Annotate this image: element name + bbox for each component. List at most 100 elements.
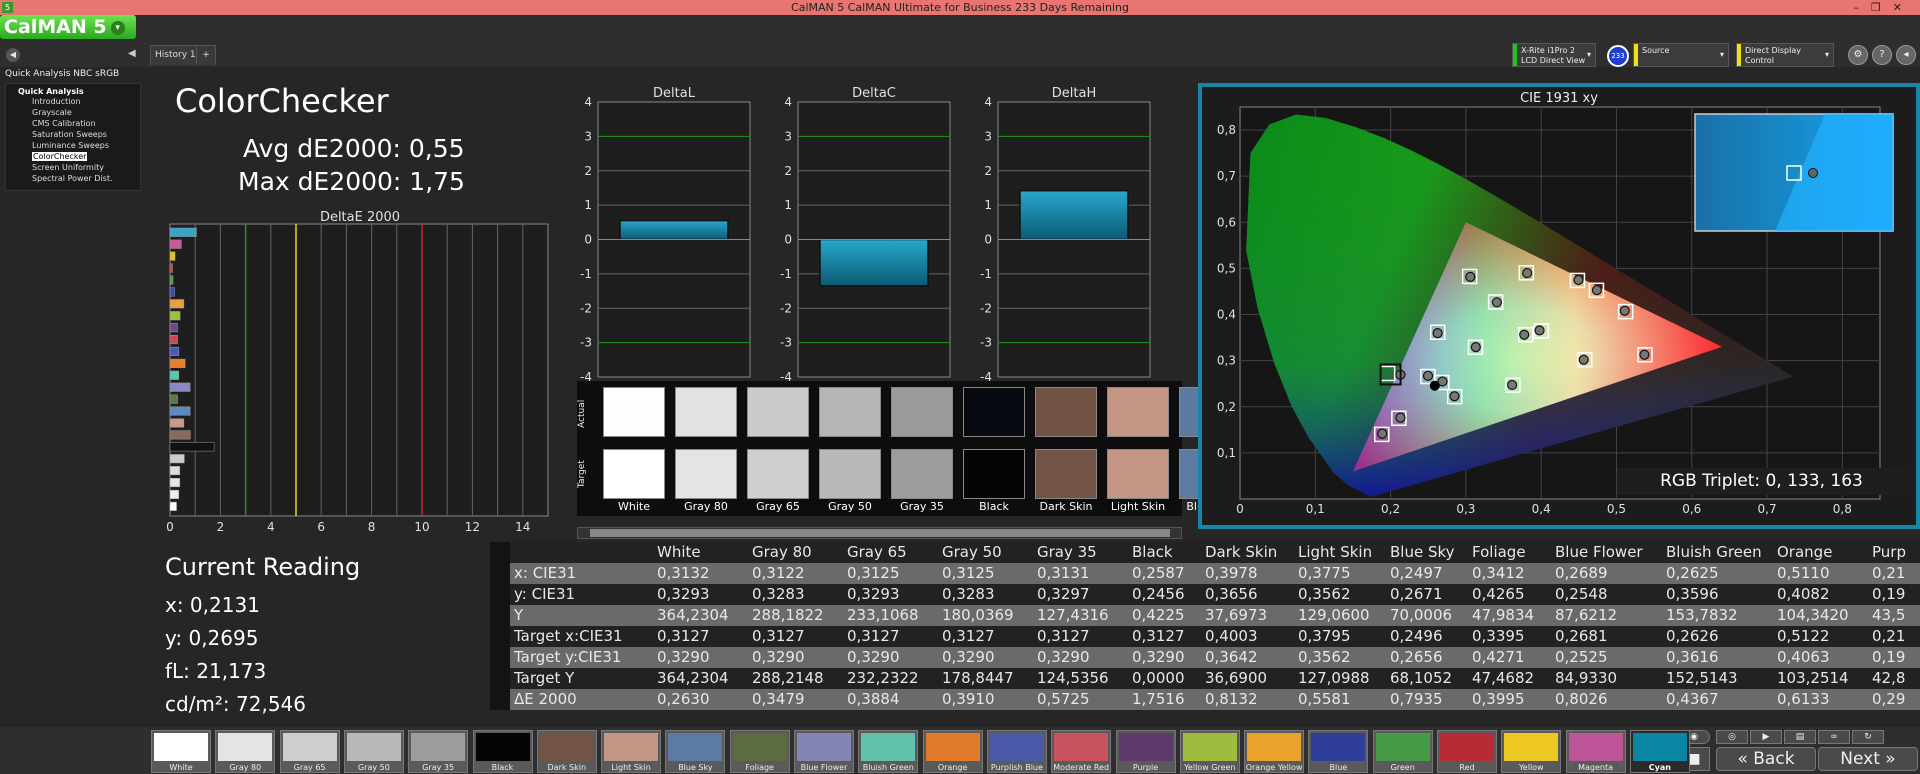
table-cell: 0,4271	[1472, 648, 1525, 666]
patch-color	[1568, 733, 1623, 761]
scrollbar-thumb[interactable]	[590, 529, 1170, 537]
add-tab-button[interactable]: +	[196, 45, 216, 65]
target-swatch	[891, 449, 953, 499]
patch-button[interactable]: Purple	[1115, 730, 1176, 773]
refresh-icon[interactable]: ↻	[1852, 730, 1884, 744]
sidebar-item-introduction[interactable]: Introduction	[8, 96, 138, 107]
table-cell: 0,3127	[1037, 627, 1090, 645]
next-button[interactable]: Next »	[1818, 747, 1918, 771]
gear-icon[interactable]: ⚙	[1848, 45, 1868, 65]
deltae-xtick: 0	[166, 520, 174, 534]
sidebar-item-screen-uniformity[interactable]: Screen Uniformity	[8, 162, 138, 173]
cie-xtick: 0,3	[1456, 502, 1475, 516]
patch-button[interactable]: Light Skin	[601, 730, 662, 773]
patch-button[interactable]: Moderate Red	[1051, 730, 1112, 773]
patch-button[interactable]: Bluish Green	[858, 730, 919, 773]
save-icon[interactable]: ▤	[1784, 730, 1816, 744]
table-cell: 0,2681	[1555, 627, 1608, 645]
sidebar-item-cms-calibration[interactable]: CMS Calibration	[8, 118, 138, 129]
table-cell: 0,4265	[1472, 585, 1525, 603]
delta-chart-title: DeltaL	[653, 86, 696, 101]
patch-button[interactable]: Gray 50	[343, 730, 404, 773]
actual-swatch	[819, 387, 881, 437]
window-controls[interactable]: –❐✕	[1853, 0, 1914, 15]
back-button[interactable]: « Back	[1716, 747, 1816, 771]
target-row-label: Target	[577, 460, 587, 488]
patch-label: Dark Skin	[547, 763, 587, 772]
patch-label: Gray 80	[229, 763, 262, 772]
sidebar-item-spectral-power[interactable]: Spectral Power Dist.	[8, 173, 138, 184]
deltae-xtick: 6	[317, 520, 325, 534]
table-cell: 0,3132	[657, 564, 710, 582]
collapse-right-icon[interactable]: ◂	[1896, 45, 1916, 65]
tree-root[interactable]: Quick Analysis	[8, 87, 138, 96]
meter-badge[interactable]: 233	[1607, 45, 1629, 67]
loop-icon[interactable]: ∞	[1818, 730, 1850, 744]
play-icon[interactable]: ▶	[1750, 730, 1782, 744]
sidebar-item-grayscale[interactable]: Grayscale	[8, 107, 138, 118]
patch-button[interactable]: Magenta	[1565, 730, 1626, 773]
patch-button[interactable]: Gray 35	[408, 730, 469, 773]
close-button[interactable]: ✕	[1893, 1, 1914, 14]
patch-button[interactable]: White	[151, 730, 211, 773]
calman-logo-menu[interactable]: CalMAN 5 ▾	[0, 15, 136, 39]
reading-x: x: 0,2131	[165, 593, 260, 617]
table-header-row: White Gray 80 Gray 65 Gray 50 Gray 35 Black Da…	[490, 542, 1920, 563]
delta-ytick: 4	[784, 95, 792, 109]
patch-button[interactable]: Orange Yellow	[1244, 730, 1305, 773]
back-nav-icon[interactable]: ◀	[6, 48, 20, 62]
table-cell: 0,2689	[1555, 564, 1608, 582]
patch-button[interactable]: Blue Flower	[794, 730, 854, 773]
patch-button[interactable]: Foliage	[729, 730, 790, 773]
record-icon[interactable]: ◎	[1716, 730, 1748, 744]
patch-button[interactable]: Gray 80	[215, 730, 276, 773]
source-selector[interactable]: Source ▾	[1633, 43, 1729, 67]
table-cell: 0,3616	[1666, 648, 1719, 666]
sidebar-item-saturation-sweeps[interactable]: Saturation Sweeps	[8, 129, 138, 140]
patch-button[interactable]: Orange	[922, 730, 983, 773]
delta-ytick: 0	[584, 233, 592, 247]
table-cell: 1,7516	[1132, 690, 1185, 708]
patch-button[interactable]: Blue	[1308, 730, 1369, 773]
patch-button[interactable]: Blue Sky	[665, 730, 726, 773]
patch-button[interactable]: Purplish Blue	[986, 730, 1047, 773]
deltae-bar	[169, 430, 191, 440]
table-cell: 288,2148	[752, 669, 824, 687]
target-swatch	[675, 449, 737, 499]
patch-color	[1182, 733, 1237, 761]
patch-label: Moderate Red	[1053, 763, 1110, 772]
patch-button[interactable]: Gray 65	[279, 730, 340, 773]
sidebar-item-colorchecker[interactable]: ColorChecker	[8, 151, 138, 162]
minimize-button[interactable]: –	[1853, 1, 1871, 14]
deltae-bar-chart: DeltaE 2000 0 2 4 6 8 10 12 14	[166, 210, 549, 534]
display-selector[interactable]: Direct Display Control ▾	[1736, 43, 1834, 67]
table-cell: 0,3293	[847, 585, 900, 603]
deltae-bar	[169, 406, 191, 416]
meter-selector[interactable]: X-Rite i1Pro 2 LCD Direct View ▾	[1512, 43, 1596, 67]
cie-actual-marker	[1619, 305, 1630, 316]
restore-button[interactable]: ❐	[1871, 1, 1893, 14]
patch-button[interactable]: Yellow Green	[1179, 730, 1240, 773]
collapse-sidebar-icon[interactable]: ◀	[128, 48, 140, 62]
cie-ytick: 0,6	[1217, 215, 1236, 229]
cie-actual-marker	[1591, 284, 1602, 296]
sidebar-item-luminance-sweeps[interactable]: Luminance Sweeps	[8, 140, 138, 151]
patch-button[interactable]: Dark Skin	[536, 730, 597, 773]
help-icon[interactable]: ?	[1872, 45, 1892, 65]
cie-actual-marker	[1507, 379, 1518, 391]
patch-button[interactable]: Red	[1437, 730, 1497, 773]
swatch-scrollbar[interactable]	[577, 527, 1182, 539]
patch-label: Foliage	[745, 763, 774, 772]
patch-button[interactable]: Yellow	[1501, 730, 1562, 773]
table-cell: 0,3131	[1037, 564, 1090, 582]
chevron-down-icon[interactable]: ▾	[110, 20, 125, 35]
patch-button[interactable]: Green	[1372, 730, 1433, 773]
tab-history-1[interactable]: History 1	[150, 45, 201, 65]
patch-button[interactable]: Cyan	[1629, 730, 1690, 773]
patch-button[interactable]: Black	[472, 730, 533, 773]
column-header: White	[657, 543, 701, 561]
table-cell: 180,0369	[942, 606, 1014, 624]
table-cell: 0,2525	[1555, 648, 1608, 666]
delta-ytick: -2	[580, 301, 592, 315]
table-cell: 43,5	[1872, 606, 1906, 624]
